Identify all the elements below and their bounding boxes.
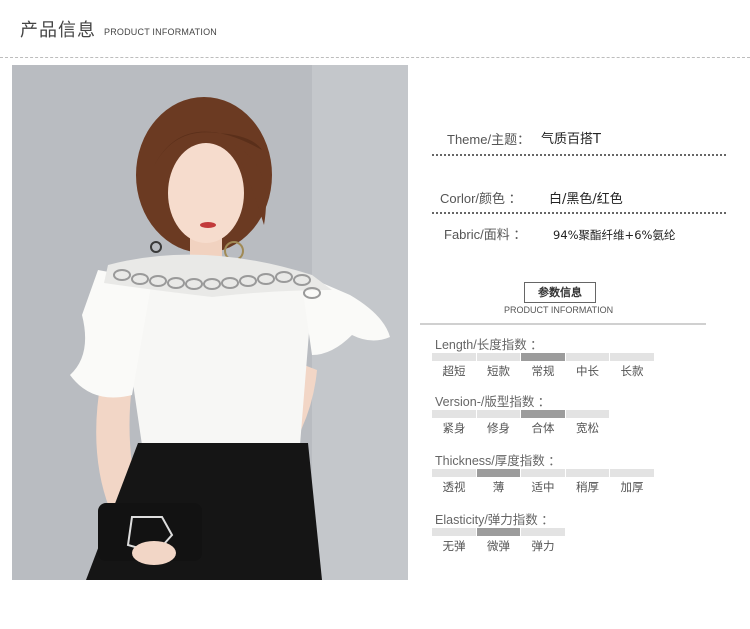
section-title: 产品信息 [20,20,96,41]
index-option: 常规 [531,364,555,378]
index-bar [476,353,520,361]
color-value: 白/黑色/红色 [549,192,623,207]
index-bar [476,410,520,418]
index-option: 适中 [531,480,555,494]
fabric-label: Fabric/面料 ： [444,227,527,242]
index-bar-selected [476,528,520,536]
index-option: 宽松 [576,421,599,435]
header-divider [0,57,750,58]
index-bar [432,528,476,536]
index-option: 薄 [492,480,505,494]
index-bar-selected [521,353,565,361]
fabric-value: 94%聚酯纤维+6%氨纶 [553,228,676,242]
index-title: Elasticity/弹力指数 ： [435,513,554,527]
index-bar [565,410,609,418]
index-bar [565,469,609,477]
index-bar [610,469,654,477]
index-option: 合体 [531,421,555,435]
index-bar-selected [476,469,520,477]
index-option: 无弹 [442,539,466,553]
params-divider [420,323,706,325]
index-option: 中长 [576,364,599,378]
index-bar [565,353,609,361]
model-illustration [12,65,408,580]
index-option: 微弹 [487,539,510,553]
params-badge: 参数信息 [524,282,596,303]
theme-divider [432,154,726,156]
index-bar [432,410,476,418]
index-bar-selected [521,410,565,418]
color-label: Corlor/颜色 ： [440,191,522,206]
index-option: 紧身 [442,421,466,435]
index-bar [610,353,654,361]
index-option: 短款 [487,364,510,378]
index-option: 加厚 [620,480,644,494]
section-subtitle: PRODUCT INFORMATION [104,27,217,37]
params-subtitle: PRODUCT INFORMATION [504,305,614,315]
index-title: Version-/版型指数 ： [435,395,551,409]
theme-label: Theme/主题： [447,132,531,147]
index-option: 弹力 [531,539,555,553]
index-bar [521,469,565,477]
index-option: 修身 [487,421,510,435]
index-bar [432,469,476,477]
theme-value: 气质百搭T [541,132,601,147]
index-option: 透视 [442,480,466,494]
index-title: Length/长度指数 ： [435,338,543,352]
product-photo [12,65,408,580]
index-option: 稍厚 [576,480,599,494]
index-bar [432,353,476,361]
index-option: 超短 [442,364,466,378]
index-title: Thickness/厚度指数 ： [435,454,561,468]
index-bar [521,528,565,536]
color-divider [432,212,726,214]
index-option: 长款 [620,364,644,378]
